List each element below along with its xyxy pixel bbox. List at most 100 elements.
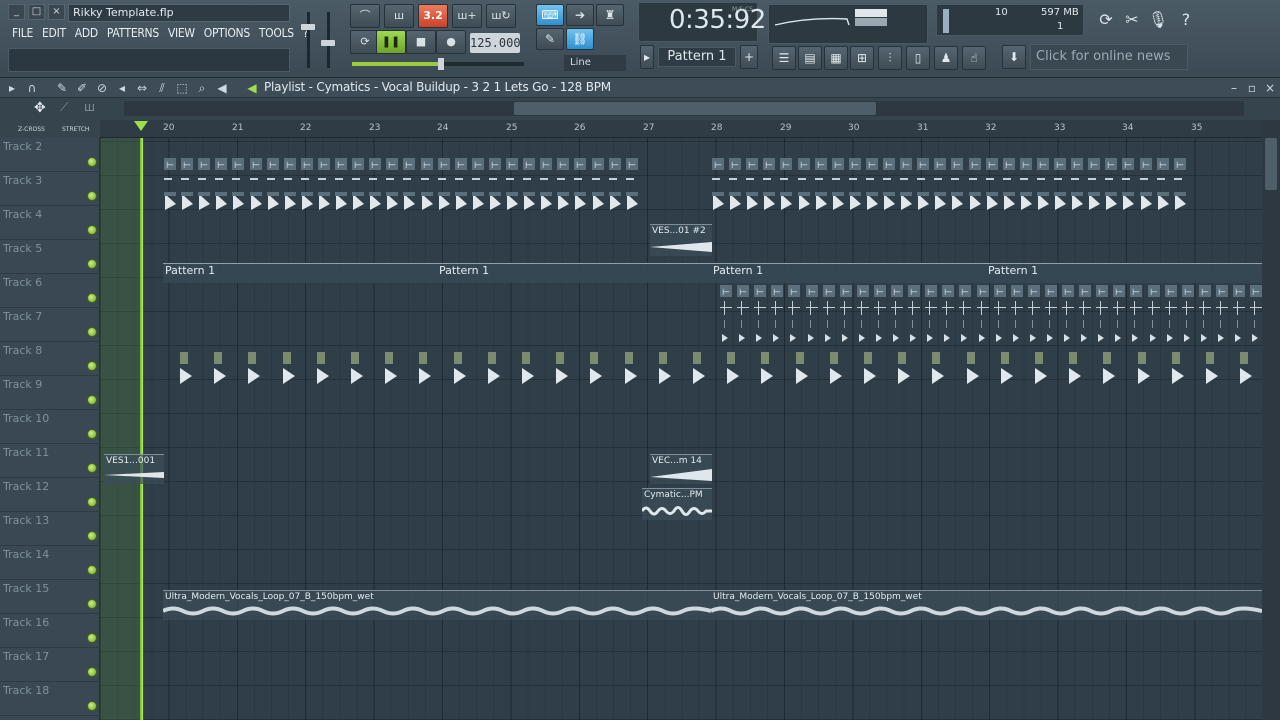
track-mute-led-icon[interactable]: [87, 497, 97, 507]
note-slice[interactable]: ⊢: [557, 158, 572, 172]
track-header[interactable]: Track 5: [0, 240, 100, 274]
pattern-prev-icon[interactable]: ▸: [640, 45, 654, 69]
note-slice[interactable]: [300, 192, 316, 212]
note-slice[interactable]: [857, 320, 872, 346]
browser-icon[interactable]: ▯: [906, 46, 930, 70]
note-slice[interactable]: [1165, 320, 1180, 346]
cut-icon[interactable]: ✂: [1120, 8, 1144, 32]
note-slice[interactable]: [788, 301, 803, 315]
note-slice[interactable]: [823, 320, 838, 346]
note-slice[interactable]: [891, 301, 906, 315]
audio-clip[interactable]: VES1...001: [104, 454, 164, 484]
note-slice[interactable]: [1240, 352, 1262, 384]
note-slice[interactable]: ⊢: [754, 285, 769, 299]
note-slice[interactable]: [1036, 174, 1052, 184]
note-slice[interactable]: [1206, 352, 1238, 384]
note-slice[interactable]: [1181, 301, 1197, 315]
note-slice[interactable]: [164, 174, 179, 184]
slice-icon[interactable]: ⫽: [154, 80, 170, 96]
note-slice[interactable]: [934, 174, 949, 184]
note-slice[interactable]: ⊢: [959, 285, 974, 299]
note-slice[interactable]: [214, 352, 246, 384]
note-slice[interactable]: [471, 174, 487, 184]
note-slice[interactable]: [590, 352, 622, 384]
playlist-icon[interactable]: ☰: [772, 46, 796, 70]
note-slice[interactable]: [1216, 320, 1231, 346]
note-slice[interactable]: [282, 352, 315, 384]
note-slice[interactable]: [908, 320, 923, 346]
note-slice[interactable]: [1069, 352, 1101, 384]
note-slice[interactable]: [471, 192, 487, 212]
note-slice[interactable]: ⊢: [1156, 158, 1172, 172]
note-slice[interactable]: ⊢: [746, 158, 761, 172]
note-slice[interactable]: [839, 301, 855, 315]
note-slice[interactable]: [814, 174, 830, 184]
channel-rack-icon[interactable]: ▤: [798, 46, 822, 70]
note-slice[interactable]: [215, 192, 230, 212]
track-header[interactable]: Track 10: [0, 410, 100, 444]
note-slice[interactable]: [487, 352, 520, 384]
note-slice[interactable]: ⊢: [1054, 158, 1069, 172]
note-slice[interactable]: [1079, 301, 1094, 315]
note-slice[interactable]: [1113, 301, 1128, 315]
note-slice[interactable]: ⊢: [737, 285, 752, 299]
help-icon[interactable]: ?: [1174, 8, 1198, 32]
pattern-clip[interactable]: Pattern 1: [163, 263, 437, 283]
track-mute-led-icon[interactable]: [87, 701, 97, 711]
note-slice[interactable]: ⊢: [249, 158, 265, 172]
note-slice[interactable]: [900, 192, 915, 212]
note-slice[interactable]: [883, 174, 898, 184]
piano-roll-icon[interactable]: ▦: [824, 46, 848, 70]
note-slice[interactable]: [754, 320, 769, 346]
note-slice[interactable]: [993, 301, 1009, 315]
note-slice[interactable]: [540, 192, 555, 212]
note-slice[interactable]: [959, 301, 974, 315]
note-slice[interactable]: ⊢: [976, 285, 992, 299]
note-slice[interactable]: [1088, 174, 1103, 184]
note-slice[interactable]: [1103, 352, 1135, 384]
close-icon[interactable]: ×: [48, 4, 65, 20]
note-slice[interactable]: ⊢: [506, 158, 521, 172]
note-slice[interactable]: [1011, 320, 1026, 346]
note-slice[interactable]: [780, 174, 795, 184]
note-slice[interactable]: [1062, 320, 1077, 346]
note-slice[interactable]: ⊢: [181, 158, 196, 172]
note-slice[interactable]: ⊢: [951, 158, 966, 172]
note-slice[interactable]: ⊢: [848, 158, 864, 172]
note-slice[interactable]: [934, 192, 949, 212]
note-slice[interactable]: [761, 352, 793, 384]
track-header[interactable]: Track 18: [0, 682, 100, 716]
track-header[interactable]: Track 4: [0, 206, 100, 240]
note-slice[interactable]: [1156, 192, 1172, 212]
track-mute-led-icon[interactable]: [87, 565, 97, 575]
note-slice[interactable]: [574, 192, 589, 212]
note-slice[interactable]: [437, 192, 453, 212]
note-slice[interactable]: ⊢: [900, 158, 915, 172]
stop-icon[interactable]: ■: [406, 30, 436, 54]
note-slice[interactable]: ⊢: [712, 158, 727, 172]
note-slice[interactable]: [729, 192, 744, 212]
note-slice[interactable]: [712, 174, 727, 184]
note-slice[interactable]: [488, 174, 504, 184]
note-slice[interactable]: [1199, 320, 1214, 346]
mute-icon[interactable]: ◂: [114, 80, 130, 96]
note-slice[interactable]: ⊢: [540, 158, 555, 172]
note-slice[interactable]: [712, 192, 727, 212]
note-slice[interactable]: ⊢: [1250, 285, 1262, 299]
note-slice[interactable]: [317, 192, 333, 212]
note-slice[interactable]: [608, 174, 624, 184]
metronome-icon[interactable]: ⌒: [350, 4, 380, 28]
hat-icon[interactable]: ♜: [596, 4, 624, 26]
note-slice[interactable]: ⊢: [488, 158, 504, 172]
song-position-slider[interactable]: [352, 58, 524, 70]
note-slice[interactable]: ⊢: [1027, 285, 1043, 299]
note-slice[interactable]: ⊢: [1215, 285, 1231, 299]
zcross-label[interactable]: Z-CROSS: [18, 126, 45, 133]
note-slice[interactable]: [864, 352, 896, 384]
note-slice[interactable]: [385, 352, 417, 384]
note-slice[interactable]: [1000, 352, 1033, 384]
mixer-icon[interactable]: ⫶: [878, 46, 902, 70]
note-slice[interactable]: ⊢: [788, 285, 803, 299]
vertical-scroll-thumb[interactable]: [1265, 138, 1277, 190]
note-slice[interactable]: [737, 301, 752, 315]
